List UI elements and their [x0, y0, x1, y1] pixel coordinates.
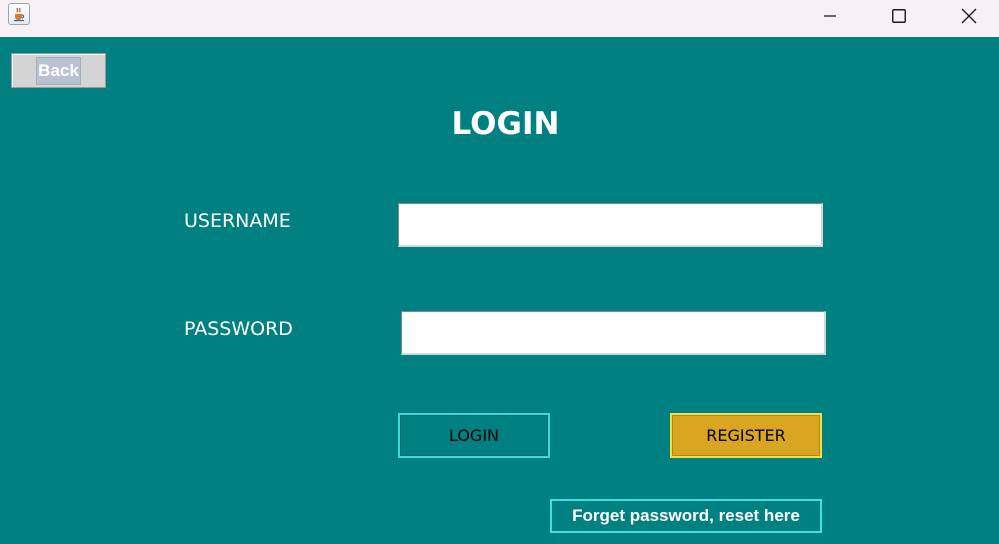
- register-button[interactable]: REGISTER: [670, 413, 822, 458]
- page-title: LOGIN: [451, 106, 560, 142]
- title-bar: [0, 0, 999, 37]
- java-cup-icon[interactable]: [8, 3, 30, 25]
- minimize-button[interactable]: [807, 0, 853, 32]
- close-button[interactable]: [946, 0, 992, 32]
- back-button[interactable]: Back: [11, 53, 106, 88]
- app-window: Back LOGIN USERNAME PASSWORD LOGIN REGIS…: [0, 0, 999, 544]
- username-input[interactable]: [398, 203, 823, 247]
- forget-password-button[interactable]: Forget password, reset here: [550, 499, 822, 533]
- close-icon: [961, 8, 977, 24]
- minimize-icon: [824, 15, 836, 17]
- maximize-icon: [892, 9, 906, 23]
- password-label: PASSWORD: [184, 318, 293, 340]
- login-button[interactable]: LOGIN: [398, 413, 550, 458]
- back-button-label: Back: [36, 56, 81, 85]
- username-label: USERNAME: [184, 210, 291, 232]
- maximize-button[interactable]: [876, 0, 922, 32]
- password-input[interactable]: [401, 311, 826, 355]
